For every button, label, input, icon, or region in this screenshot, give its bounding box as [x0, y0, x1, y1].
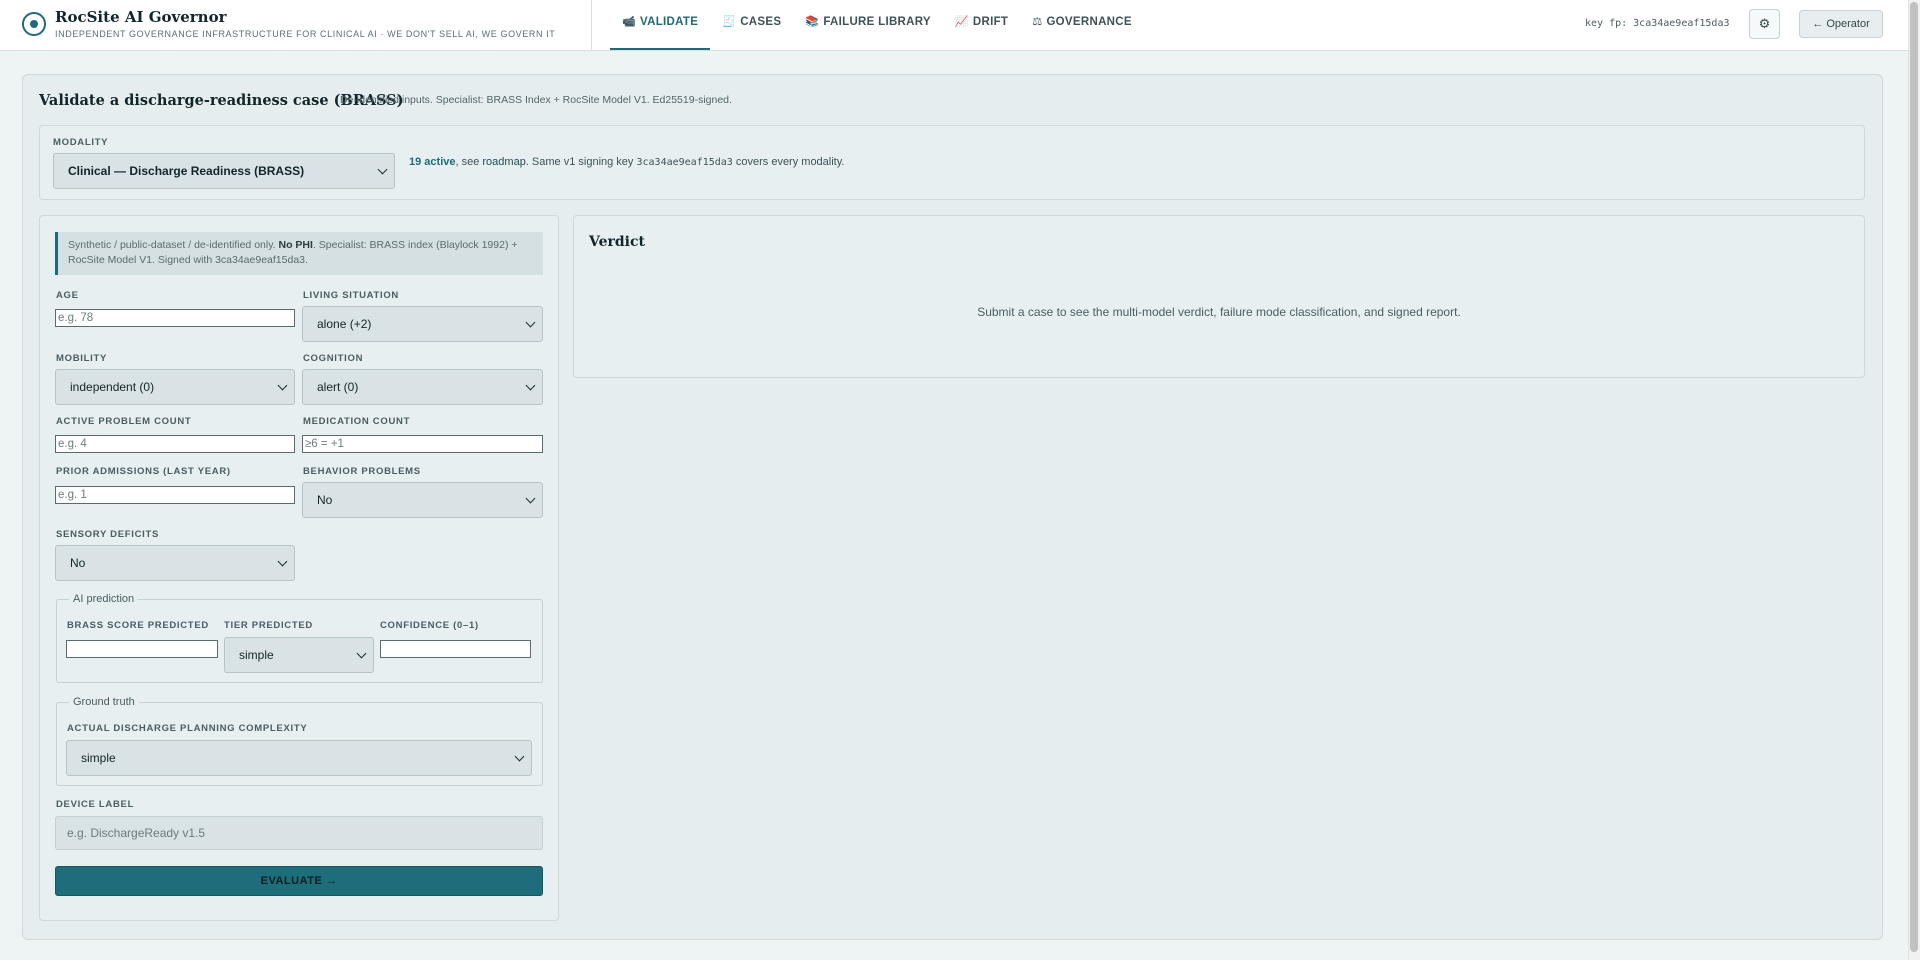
active-count: 19 active [409, 156, 456, 168]
discharge-complexity-label: ACTUAL DISCHARGE PLANNING COMPLEXITY [67, 723, 308, 734]
mobility-label: MOBILITY [56, 353, 107, 364]
page-subtitle: De-identified inputs. Specialist: BRASS … [340, 94, 732, 106]
sensory-deficits-value: No [70, 556, 86, 570]
prior-admissions-input[interactable]: e.g. 1 [55, 486, 295, 504]
brass-score-label: BRASS SCORE PREDICTED [67, 620, 209, 631]
gear-icon: ⚙ [1758, 16, 1771, 31]
discharge-complexity-value: simple [81, 751, 116, 765]
tab-label: VALIDATE [640, 16, 699, 28]
tab-label: GOVERNANCE [1046, 16, 1132, 28]
tier-predicted-select[interactable]: simple [224, 637, 374, 673]
roadmap-link[interactable]: roadmap [482, 156, 525, 168]
tab-failure-library[interactable]: 📚 FAILURE LIBRARY [793, 0, 943, 50]
phi-notice: Synthetic / public-dataset / de-identifi… [55, 232, 543, 275]
chevron-down-icon [525, 380, 536, 391]
verdict-empty-message: Submit a case to see the multi-model ver… [977, 305, 1461, 319]
scales-icon: ⚖ [1032, 16, 1043, 28]
mobility-select[interactable]: independent (0) [55, 369, 295, 405]
tab-drift[interactable]: 📈 DRIFT [943, 0, 1020, 50]
verdict-panel [573, 215, 1865, 378]
sensory-deficits-label: SENSORY DEFICITS [56, 529, 160, 540]
note-mid: . Same v1 signing key [525, 156, 637, 168]
age-label: AGE [56, 290, 79, 301]
medication-count-input[interactable]: ≥6 = +1 [302, 435, 543, 453]
modality-note: 19 active, see roadmap. Same v1 signing … [409, 156, 844, 168]
device-label-label: DEVICE LABEL [56, 799, 135, 810]
tab-label: DRIFT [972, 16, 1009, 28]
mobility-value: independent (0) [70, 380, 155, 394]
scrollbar-thumb[interactable] [1910, 2, 1918, 952]
note-see: , see [455, 156, 483, 168]
brass-score-input[interactable] [66, 640, 218, 658]
living-situation-select[interactable]: alone (+2) [302, 306, 543, 342]
brand-subtitle: INDEPENDENT GOVERNANCE INFRASTRUCTURE FO… [55, 29, 556, 39]
chevron-down-icon [514, 751, 525, 762]
medication-count-label: MEDICATION COUNT [303, 416, 411, 427]
evaluate-button[interactable]: EVALUATE → [55, 866, 543, 896]
tab-label: CASES [740, 16, 782, 28]
cognition-label: COGNITION [303, 353, 364, 364]
sensory-deficits-select[interactable]: No [55, 545, 295, 581]
living-situation-label: LIVING SITUATION [303, 290, 399, 301]
behavior-problems-value: No [317, 493, 333, 507]
confidence-input[interactable] [380, 640, 531, 658]
operator-button[interactable]: ← Operator [1799, 10, 1883, 38]
confidence-label: CONFIDENCE (0–1) [380, 620, 479, 631]
settings-button[interactable]: ⚙ [1749, 9, 1780, 39]
top-bar: RocSite AI Governor INDEPENDENT GOVERNAN… [0, 0, 1908, 51]
camera-icon: 📹 [622, 16, 636, 28]
tier-predicted-label: TIER PREDICTED [224, 620, 313, 631]
modality-label: MODALITY [53, 137, 109, 148]
living-situation-value: alone (+2) [317, 317, 372, 331]
chevron-down-icon [277, 556, 288, 567]
note-end: covers every modality. [732, 156, 845, 168]
header-divider [591, 0, 592, 50]
receipt-icon: 🧾 [722, 16, 737, 28]
chevron-down-icon [525, 317, 536, 328]
signing-key: 3ca34ae9eaf15da3 [636, 157, 733, 168]
behavior-problems-label: BEHAVIOR PROBLEMS [303, 466, 421, 477]
cognition-select[interactable]: alert (0) [302, 369, 543, 405]
active-problem-count-label: ACTIVE PROBLEM COUNT [56, 416, 192, 427]
tab-validate[interactable]: 📹 VALIDATE [610, 0, 711, 50]
chart-icon: 📈 [954, 16, 969, 28]
cognition-value: alert (0) [317, 380, 359, 394]
ai-prediction-legend: AI prediction [69, 593, 139, 605]
discharge-complexity-select[interactable]: simple [66, 740, 532, 776]
tab-label: FAILURE LIBRARY [823, 16, 931, 28]
modality-value: Clinical — Discharge Readiness (BRASS) [68, 164, 305, 178]
chevron-down-icon [525, 493, 536, 504]
ground-truth-legend: Ground truth [69, 696, 139, 708]
active-problem-count-input[interactable]: e.g. 4 [55, 435, 295, 453]
chevron-down-icon [277, 380, 288, 391]
age-input[interactable]: e.g. 78 [55, 309, 295, 327]
behavior-problems-select[interactable]: No [302, 482, 543, 518]
key-fingerprint: key fp: 3ca34ae9eaf15da3 [1585, 18, 1730, 29]
verdict-title: Verdict [589, 234, 645, 250]
tab-cases[interactable]: 🧾 CASES [710, 0, 793, 50]
tab-governance[interactable]: ⚖ GOVERNANCE [1020, 0, 1144, 50]
prior-admissions-label: PRIOR ADMISSIONS (LAST YEAR) [56, 466, 231, 477]
tier-predicted-value: simple [239, 648, 274, 662]
chevron-down-icon [377, 164, 388, 175]
main-nav: 📹 VALIDATE 🧾 CASES 📚 FAILURE LIBRARY 📈 DRIFT… [610, 0, 1144, 50]
notice-bold: No PHI [278, 239, 313, 251]
books-icon: 📚 [805, 16, 820, 28]
notice-text: Synthetic / public-dataset / de-identifi… [68, 239, 279, 251]
logo-icon [22, 12, 46, 36]
brand-title: RocSite AI Governor [55, 8, 227, 26]
modality-select[interactable]: Clinical — Discharge Readiness (BRASS) [53, 153, 395, 189]
chevron-down-icon [356, 648, 367, 659]
device-label-input[interactable]: e.g. DischargeReady v1.5 [55, 816, 543, 850]
